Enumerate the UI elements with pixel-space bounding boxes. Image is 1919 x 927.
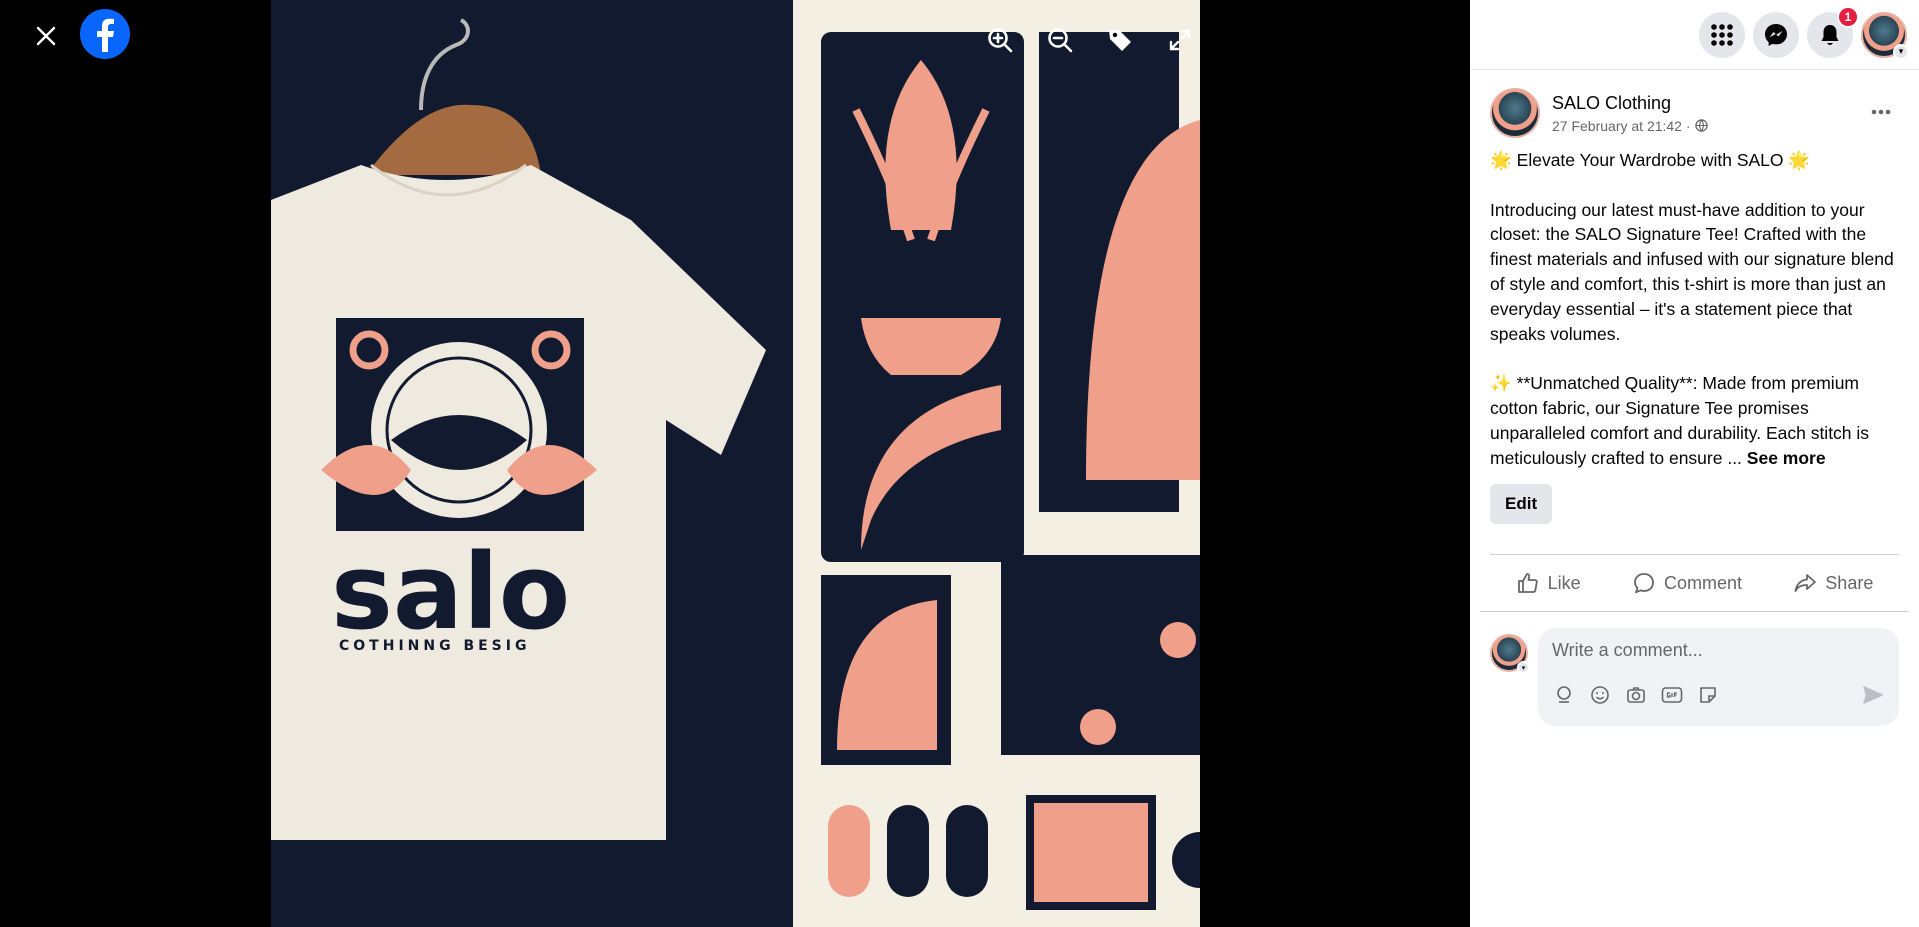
comment-label: Comment [1663,572,1742,593]
post-actions: Like Comment Share [1480,555,1909,613]
close-button[interactable] [26,16,66,56]
sticker-icon [1700,687,1716,704]
share-button[interactable]: Share [1779,563,1887,603]
zoom-out-button[interactable] [1040,20,1080,60]
post-meta: 27 February at 21:42 · [1552,118,1708,134]
grid-menu-icon [1711,23,1733,46]
comment-tools [1552,683,1885,707]
send-icon [1863,686,1883,705]
share-icon [1794,574,1817,593]
globe-icon [1694,119,1708,132]
messenger-icon [1765,23,1787,46]
emoji-button[interactable] [1588,683,1612,707]
post-content: SALO Clothing 27 February at 21:42 · 🌟 E… [1470,70,1919,525]
tagline-text: COTHINNG BESIG [339,638,530,654]
post-photo[interactable]: salo COTHINNG BESIG [271,0,1200,927]
chevron-down-icon: ▾ [1517,661,1530,675]
fullscreen-button[interactable] [1160,20,1200,60]
post-text: 🌟 Elevate Your Wardrobe with SALO 🌟 Intr… [1490,150,1894,468]
comment-composer: ▾ [1470,612,1919,742]
comment-input[interactable] [1552,640,1885,662]
post-options-button[interactable] [1863,94,1899,130]
facebook-f-icon [97,18,114,52]
zoom-out-icon [1048,28,1073,53]
post-header: SALO Clothing 27 February at 21:42 · [1490,88,1899,138]
facebook-logo[interactable] [80,9,130,59]
fullscreen-icon [1169,29,1191,51]
camera-icon [1627,687,1645,704]
notifications-badge: 1 [1837,5,1859,28]
zoom-in-button[interactable] [980,20,1020,60]
tag-photo-button[interactable] [1100,20,1140,60]
comment-icon [1634,573,1654,594]
author-info: SALO Clothing 27 February at 21:42 · [1552,93,1708,134]
camera-button[interactable] [1624,683,1648,707]
brand-text: salo [331,531,570,653]
send-comment-button[interactable] [1861,683,1885,707]
post-panel: 1 ▾ SALO Clothing 27 February at 21:42 ·… [1470,0,1919,927]
comment-button[interactable]: Comment [1618,563,1756,603]
emoji-icon [1591,686,1609,705]
top-navigation: 1 ▾ [1470,0,1919,70]
zoom-in-icon [988,28,1013,53]
share-label: Share [1825,572,1874,593]
author-avatar[interactable] [1490,88,1540,138]
photo-viewer: salo COTHINNG BESIG [0,0,1470,927]
menu-button[interactable] [1699,11,1745,58]
more-horizontal-icon [1871,109,1891,115]
chevron-down-icon: ▾ [1893,43,1909,60]
like-button[interactable]: Like [1502,563,1595,603]
avatar-sticker-button[interactable] [1552,683,1576,707]
account-button[interactable]: ▾ [1861,11,1909,60]
comment-box [1538,628,1899,727]
author-name[interactable]: SALO Clothing [1552,93,1708,114]
messenger-button[interactable] [1753,11,1799,58]
commenter-avatar[interactable]: ▾ [1490,634,1530,675]
see-more-link[interactable]: See more [1747,448,1826,468]
photo-tools [980,20,1200,60]
avatar-sticker-icon [1557,686,1571,704]
gif-icon [1661,687,1683,704]
close-icon [36,26,56,46]
bell-icon [1821,24,1839,45]
thumbs-up-icon [1517,573,1538,594]
post-body: 🌟 Elevate Your Wardrobe with SALO 🌟 Intr… [1490,148,1899,470]
tag-icon [1109,30,1131,51]
like-label: Like [1547,572,1581,593]
tshirt-design-image: salo COTHINNG BESIG [271,0,1200,927]
notifications-button[interactable]: 1 [1807,5,1859,58]
sticker-button[interactable] [1696,683,1720,707]
post-timestamp[interactable]: 27 February at 21:42 · [1552,118,1691,134]
edit-button[interactable]: Edit [1490,484,1553,525]
gif-button[interactable] [1660,683,1684,707]
